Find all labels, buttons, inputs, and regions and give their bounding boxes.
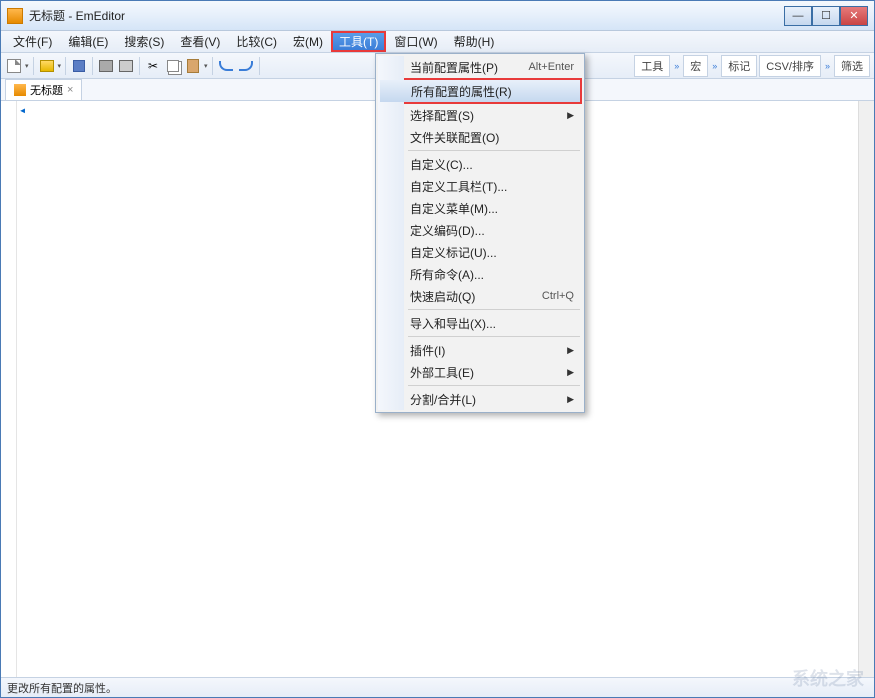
- menu-item-label: 当前配置属性(P): [410, 59, 498, 76]
- toolbar-tools-label[interactable]: 工具: [634, 55, 670, 77]
- menu-help[interactable]: 帮助(H): [446, 31, 503, 52]
- menu-item-label: 导入和导出(X)...: [410, 315, 496, 332]
- menu-item-label: 所有命令(A)...: [410, 266, 484, 283]
- highlight-annotation: 所有配置的属性(R): [378, 78, 582, 104]
- menu-customize[interactable]: 自定义(C)...: [378, 153, 582, 175]
- menu-item-label: 自定义菜单(M)...: [410, 200, 498, 217]
- copy-icon[interactable]: [164, 57, 182, 75]
- chevron-icon[interactable]: »: [823, 61, 832, 71]
- document-tab[interactable]: 无标题 ×: [5, 79, 82, 100]
- submenu-arrow-icon: ▶: [567, 345, 574, 356]
- menu-item-label: 定义编码(D)...: [410, 222, 485, 239]
- window-title: 无标题 - EmEditor: [29, 7, 784, 24]
- document-tab-title: 无标题: [30, 82, 63, 98]
- eof-marker: ◂: [19, 103, 26, 117]
- toolbar-marker-label[interactable]: 标记: [721, 55, 757, 77]
- menu-separator: [408, 385, 580, 386]
- separator: [65, 57, 66, 75]
- menu-import-export[interactable]: 导入和导出(X)...: [378, 312, 582, 334]
- menu-all-commands[interactable]: 所有命令(A)...: [378, 263, 582, 285]
- menu-search[interactable]: 搜索(S): [116, 31, 172, 52]
- status-text: 更改所有配置的属性。: [7, 680, 117, 696]
- tools-dropdown-menu: 当前配置属性(P) Alt+Enter 所有配置的属性(R) 选择配置(S) ▶…: [375, 53, 585, 413]
- tab-close-icon[interactable]: ×: [67, 84, 73, 96]
- menu-item-label: 快速启动(Q): [410, 288, 475, 305]
- menu-file[interactable]: 文件(F): [5, 31, 60, 52]
- submenu-arrow-icon: ▶: [567, 110, 574, 121]
- menu-item-label: 外部工具(E): [410, 364, 474, 381]
- undo-icon[interactable]: [217, 57, 235, 75]
- new-dropdown-icon[interactable]: ▾: [25, 62, 29, 70]
- new-file-icon[interactable]: [5, 57, 23, 75]
- menubar: 文件(F) 编辑(E) 搜索(S) 查看(V) 比较(C) 宏(M) 工具(T)…: [1, 31, 874, 53]
- menu-item-label: 自定义标记(U)...: [410, 244, 497, 261]
- submenu-arrow-icon: ▶: [567, 367, 574, 378]
- close-button[interactable]: ✕: [840, 6, 868, 26]
- menu-item-label: 所有配置的属性(R): [411, 83, 512, 100]
- statusbar: 更改所有配置的属性。: [1, 677, 874, 697]
- print-preview-icon[interactable]: [117, 57, 135, 75]
- menu-item-label: 自定义(C)...: [410, 156, 473, 173]
- menu-separator: [408, 336, 580, 337]
- menu-customize-markers[interactable]: 自定义标记(U)...: [378, 241, 582, 263]
- menu-item-label: 插件(I): [410, 342, 445, 359]
- maximize-button[interactable]: ☐: [812, 6, 840, 26]
- menu-customize-menu[interactable]: 自定义菜单(M)...: [378, 197, 582, 219]
- menu-current-config-properties[interactable]: 当前配置属性(P) Alt+Enter: [378, 56, 582, 78]
- menu-item-label: 文件关联配置(O): [410, 129, 499, 146]
- app-icon: [7, 8, 23, 24]
- toolbar-csv-label[interactable]: CSV/排序: [759, 55, 821, 77]
- separator: [139, 57, 140, 75]
- highlight-annotation: 工具(T): [331, 31, 386, 52]
- menu-external-tools[interactable]: 外部工具(E) ▶: [378, 361, 582, 383]
- menu-edit[interactable]: 编辑(E): [60, 31, 116, 52]
- print-icon[interactable]: [97, 57, 115, 75]
- submenu-arrow-icon: ▶: [567, 394, 574, 405]
- menu-item-label: 分割/合并(L): [410, 391, 476, 408]
- menu-plugins[interactable]: 插件(I) ▶: [378, 339, 582, 361]
- editor-gutter: [1, 101, 17, 677]
- menu-split-merge[interactable]: 分割/合并(L) ▶: [378, 388, 582, 410]
- menu-customize-toolbar[interactable]: 自定义工具栏(T)...: [378, 175, 582, 197]
- menu-separator: [408, 309, 580, 310]
- menu-macro[interactable]: 宏(M): [285, 31, 331, 52]
- vertical-scrollbar[interactable]: [858, 101, 874, 677]
- menu-window[interactable]: 窗口(W): [386, 31, 445, 52]
- toolbar-macro-label[interactable]: 宏: [683, 55, 708, 77]
- separator: [212, 57, 213, 75]
- menu-item-label: 自定义工具栏(T)...: [410, 178, 507, 195]
- separator: [33, 57, 34, 75]
- menu-define-encoding[interactable]: 定义编码(D)...: [378, 219, 582, 241]
- cut-icon[interactable]: ✂: [144, 57, 162, 75]
- menu-all-config-properties[interactable]: 所有配置的属性(R): [380, 80, 580, 102]
- paste-dropdown-icon[interactable]: ▾: [204, 62, 208, 70]
- separator: [92, 57, 93, 75]
- menu-shortcut: Alt+Enter: [528, 61, 574, 73]
- menu-file-association[interactable]: 文件关联配置(O): [378, 126, 582, 148]
- minimize-button[interactable]: —: [784, 6, 812, 26]
- save-icon[interactable]: [70, 57, 88, 75]
- open-file-icon[interactable]: [38, 57, 56, 75]
- menu-select-config[interactable]: 选择配置(S) ▶: [378, 104, 582, 126]
- separator: [259, 57, 260, 75]
- title-bar: 无标题 - EmEditor — ☐ ✕: [1, 1, 874, 31]
- menu-shortcut: Ctrl+Q: [542, 290, 574, 302]
- document-icon: [14, 84, 26, 96]
- menu-view[interactable]: 查看(V): [172, 31, 228, 52]
- paste-icon[interactable]: [184, 57, 202, 75]
- redo-icon[interactable]: [237, 57, 255, 75]
- menu-separator: [408, 150, 580, 151]
- menu-item-label: 选择配置(S): [410, 107, 474, 124]
- menu-tools[interactable]: 工具(T): [333, 33, 384, 50]
- chevron-icon[interactable]: »: [710, 61, 719, 71]
- menu-quick-launch[interactable]: 快速启动(Q) Ctrl+Q: [378, 285, 582, 307]
- toolbar-filter-label[interactable]: 筛选: [834, 55, 870, 77]
- open-dropdown-icon[interactable]: ▾: [58, 62, 62, 70]
- menu-compare[interactable]: 比较(C): [228, 31, 285, 52]
- chevron-icon[interactable]: »: [672, 61, 681, 71]
